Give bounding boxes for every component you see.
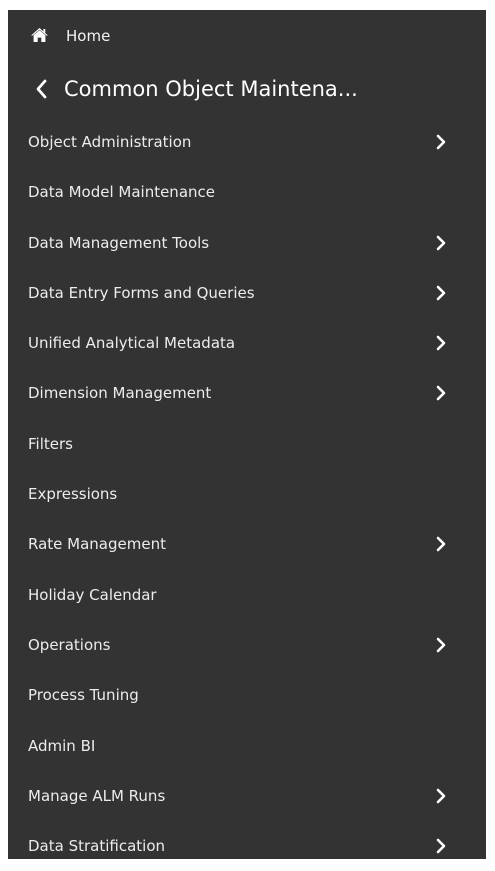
navigation-panel: Home Common Object Maintena... Object Ad… xyxy=(8,10,486,859)
back-to-parent-button[interactable]: Common Object Maintena... xyxy=(8,62,486,116)
chevron-right-icon xyxy=(436,386,446,401)
menu-item-label: Filters xyxy=(28,434,73,453)
chevron-right-icon xyxy=(436,537,446,552)
home-label: Home xyxy=(66,27,111,45)
chevron-left-icon xyxy=(36,79,47,99)
menu-item-data-model-maintenance[interactable]: Data Model Maintenance xyxy=(8,167,486,217)
chevron-right-icon xyxy=(436,134,446,150)
chevron-right-icon xyxy=(436,335,446,351)
menu-item-dimension-management[interactable]: Dimension Management xyxy=(8,368,486,418)
menu-item-label: Data Entry Forms and Queries xyxy=(28,283,255,302)
menu-item-admin-bi[interactable]: Admin BI xyxy=(8,721,486,771)
menu-item-label: Dimension Management xyxy=(28,384,212,403)
menu-item-label: Process Tuning xyxy=(28,686,139,705)
menu-item-label: Admin BI xyxy=(28,736,96,755)
chevron-right-icon xyxy=(436,637,446,653)
menu-item-label: Object Administration xyxy=(28,133,192,151)
menu-item-label: Holiday Calendar xyxy=(28,585,157,604)
menu-item-data-management-tools[interactable]: Data Management Tools xyxy=(8,218,486,268)
menu-item-holiday-calendar[interactable]: Holiday Calendar xyxy=(8,570,486,620)
menu-item-data-entry-forms-and-queries[interactable]: Data Entry Forms and Queries xyxy=(8,268,486,318)
menu-item-rate-management[interactable]: Rate Management xyxy=(8,519,486,569)
menu-item-object-administration[interactable]: Object Administration xyxy=(8,117,486,167)
chevron-right-icon xyxy=(436,285,446,301)
menu-item-label: Data Management Tools xyxy=(28,233,210,252)
menu-item-label: Operations xyxy=(28,635,111,654)
chevron-right-icon xyxy=(436,788,446,804)
home-icon xyxy=(31,28,48,42)
menu-item-label: Manage ALM Runs xyxy=(28,786,166,805)
menu-item-label: Rate Management xyxy=(28,535,166,554)
menu-item-manage-alm-runs[interactable]: Manage ALM Runs xyxy=(8,771,486,821)
menu-item-operations[interactable]: Operations xyxy=(8,620,486,670)
menu-item-unified-analytical-metadata[interactable]: Unified Analytical Metadata xyxy=(8,318,486,368)
home-link[interactable]: Home xyxy=(8,10,486,62)
menu-item-data-stratification[interactable]: Data Stratification xyxy=(8,821,486,871)
menu-item-label: Data Stratification xyxy=(28,837,166,856)
menu-item-label: Expressions xyxy=(28,485,118,504)
chevron-right-icon xyxy=(436,838,446,854)
menu-item-label: Unified Analytical Metadata xyxy=(28,334,236,353)
menu-item-filters[interactable]: Filters xyxy=(8,419,486,469)
menu-item-expressions[interactable]: Expressions xyxy=(8,469,486,519)
menu-item-label: Data Model Maintenance xyxy=(28,183,215,202)
menu-item-process-tuning[interactable]: Process Tuning xyxy=(8,670,486,720)
section-title: Common Object Maintena... xyxy=(64,77,358,101)
chevron-right-icon xyxy=(436,235,446,250)
menu-list: Object Administration Data Model Mainten… xyxy=(8,117,486,871)
